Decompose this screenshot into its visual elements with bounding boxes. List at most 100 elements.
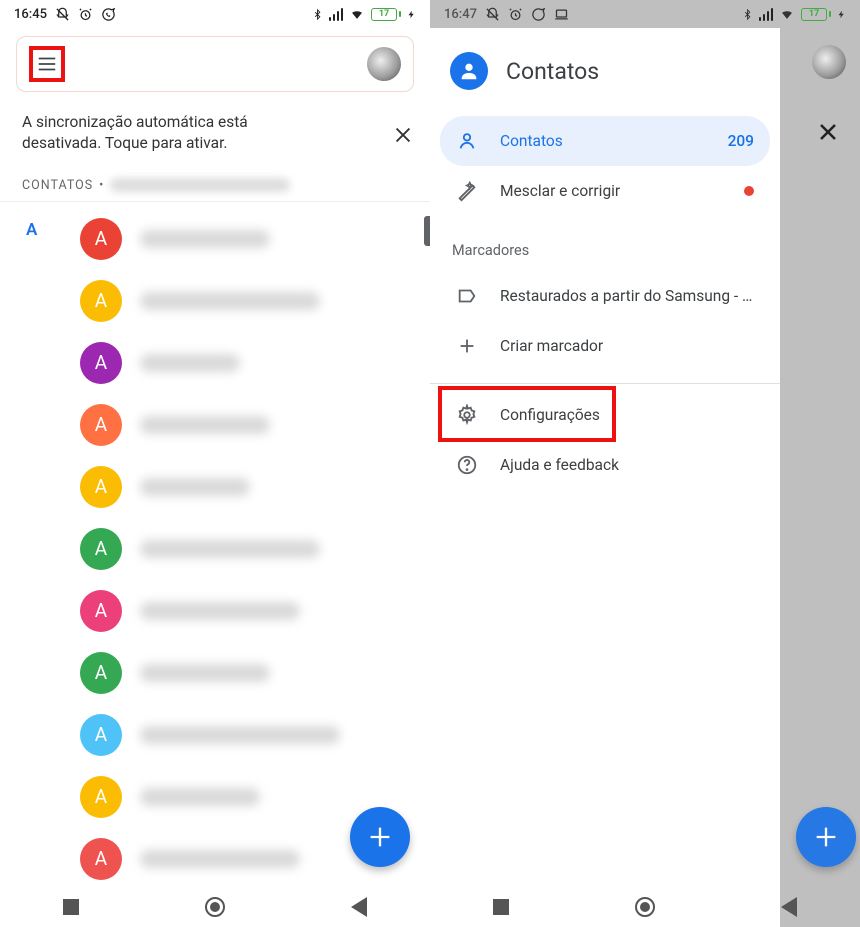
banner-line2: desativada. Toque para ativar. (22, 133, 382, 154)
contact-name-blurred (140, 540, 320, 558)
menu-button[interactable] (29, 46, 65, 82)
clock: 16:45 (14, 7, 47, 22)
drawer-header: Contatos (430, 28, 780, 112)
contacts-section-header: CONTATOS • (0, 168, 430, 201)
alert-dot-icon (744, 186, 754, 196)
whatsapp-icon (531, 7, 546, 22)
recent-apps-button[interactable] (493, 899, 509, 915)
profile-avatar (812, 45, 846, 79)
add-contact-fab[interactable] (350, 807, 410, 867)
close-icon (816, 120, 840, 148)
contact-list[interactable]: A A A A A A A A A A A (0, 202, 430, 890)
contact-name-blurred (140, 478, 250, 496)
dnd-icon (485, 7, 500, 22)
wifi-icon (779, 8, 795, 21)
contact-row[interactable]: A (0, 456, 430, 518)
home-button[interactable] (635, 897, 655, 917)
contact-row[interactable]: A (0, 394, 430, 456)
contact-avatar: A (80, 466, 122, 508)
contact-row[interactable]: A (0, 642, 430, 704)
charging-icon (407, 7, 416, 22)
divider (430, 383, 780, 384)
hamburger-icon (36, 53, 58, 75)
contacts-app-icon (450, 52, 488, 90)
contacts-list-screen: 16:45 17 A sincronização automática está (0, 0, 430, 927)
contact-avatar: A (80, 776, 122, 818)
menu-create-label[interactable]: Criar marcador (440, 321, 770, 371)
contact-name-blurred (140, 230, 270, 248)
battery-icon: 17 (371, 8, 401, 21)
markers-section-label: Marcadores (430, 224, 780, 267)
contact-avatar: A (80, 528, 122, 570)
app-title: Contatos (506, 58, 599, 85)
search-bar[interactable] (16, 36, 414, 92)
contact-avatar: A (80, 652, 122, 694)
gear-icon (456, 404, 478, 426)
label-icon (456, 285, 478, 307)
contact-avatar: A (80, 218, 122, 260)
account-email-blurred (110, 178, 290, 192)
contact-row[interactable]: A (0, 704, 430, 766)
bluetooth-icon (742, 7, 753, 22)
status-bar: 16:47 17 (430, 0, 860, 28)
dnd-icon (55, 7, 70, 22)
wifi-icon (349, 8, 365, 21)
wand-icon (456, 180, 478, 202)
help-icon (456, 454, 478, 476)
recent-apps-button[interactable] (63, 899, 79, 915)
contact-name-blurred (140, 726, 340, 744)
back-button[interactable] (351, 897, 367, 917)
menu-label: Mesclar e corrigir (500, 182, 620, 200)
menu-label-restored[interactable]: Restaurados a partir do Samsung - ... (440, 271, 770, 321)
sync-banner[interactable]: A sincronização automática está desativa… (0, 102, 430, 168)
navigation-drawer: Contatos Contatos 209 Mesclar e corrigir… (430, 28, 780, 927)
contact-avatar: A (80, 714, 122, 756)
profile-avatar[interactable] (367, 47, 401, 81)
signal-icon (329, 8, 344, 21)
contact-name-blurred (140, 664, 270, 682)
contact-name-blurred (140, 292, 320, 310)
contact-avatar: A (80, 342, 122, 384)
back-button[interactable] (781, 897, 797, 917)
contact-name-blurred (140, 788, 260, 806)
nav-drawer-screen: 16:47 17 (430, 0, 860, 927)
contact-name-blurred (140, 416, 270, 434)
menu-label: Ajuda e feedback (500, 456, 619, 474)
home-button[interactable] (205, 897, 225, 917)
contact-row[interactable]: A (0, 580, 430, 642)
contact-name-blurred (140, 602, 300, 620)
plus-icon (366, 823, 394, 851)
contact-row[interactable]: A (0, 208, 430, 270)
person-icon (456, 130, 478, 152)
menu-contacts[interactable]: Contatos 209 (440, 116, 770, 166)
contact-row[interactable]: A (0, 270, 430, 332)
contact-row[interactable]: A (0, 332, 430, 394)
index-letter: A (26, 220, 37, 240)
signal-icon (759, 8, 774, 21)
contact-name-blurred (140, 354, 240, 372)
contact-row[interactable]: A (0, 518, 430, 580)
contact-avatar: A (80, 590, 122, 632)
close-icon (392, 124, 414, 146)
status-bar: 16:45 17 (0, 0, 430, 28)
add-contact-fab (796, 807, 856, 867)
android-nav-bar (430, 887, 860, 927)
menu-label: Criar marcador (500, 337, 603, 355)
contact-name-blurred (140, 850, 300, 868)
contact-avatar: A (80, 280, 122, 322)
plus-icon (812, 823, 840, 851)
battery-icon: 17 (801, 8, 831, 21)
whatsapp-icon (101, 7, 116, 22)
plus-icon (456, 335, 478, 357)
alarm-icon (508, 7, 523, 22)
banner-close-button[interactable] (392, 124, 414, 146)
menu-merge-fix[interactable]: Mesclar e corrigir (440, 166, 770, 216)
contact-avatar: A (80, 838, 122, 880)
menu-label: Configurações (500, 406, 600, 424)
bluetooth-icon (312, 7, 323, 22)
menu-label: Restaurados a partir do Samsung - ... (500, 287, 754, 305)
menu-help-feedback[interactable]: Ajuda e feedback (440, 440, 770, 490)
laptop-icon (554, 7, 569, 22)
menu-settings[interactable]: Configurações (440, 390, 770, 440)
menu-label: Contatos (500, 132, 563, 150)
